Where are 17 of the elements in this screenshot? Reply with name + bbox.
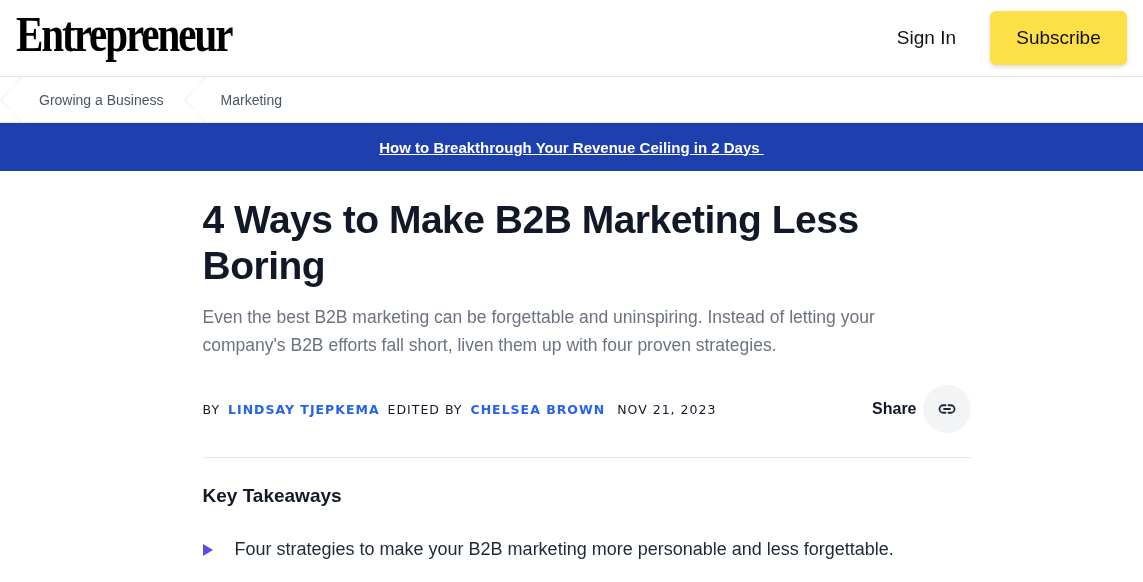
article-title: 4 Ways to Make B2B Marketing Less Boring: [202, 197, 860, 289]
bullet-icon: [202, 543, 213, 556]
article-subtitle: Even the best B2B marketing can be forgettable and uninspiring. Instead of letting your company's B2B efforts fall short, liven them up with four proven strategies.: [202, 306, 876, 357]
sign-in-link[interactable]: Sign In: [896, 27, 956, 49]
share-label: Share: [872, 400, 917, 418]
author-link[interactable]: CHELSEA BROWN: [470, 401, 606, 417]
key-takeaways-heading: Key Takeaways: [202, 485, 343, 507]
promo-link[interactable]: How to Breakthrough Your Revenue Ceiling in 2 Days: [379, 138, 764, 156]
publish-date: NOV 21, 2023: [617, 401, 717, 417]
author-link[interactable]: LINDSAY TJEPKEMA: [228, 401, 380, 417]
byline-label: EDITED BY: [387, 401, 463, 417]
breadcrumb-link[interactable]: Growing a Business: [39, 91, 164, 108]
copy-link-button[interactable]: [922, 385, 971, 433]
byline-label: BY: [202, 401, 221, 417]
subscribe-button[interactable]: Subscribe: [990, 11, 1127, 65]
takeaway-text: Four strategies to make your B2B marketing more personable and less forgettable.: [234, 539, 894, 560]
breadcrumb-link[interactable]: Marketing: [220, 91, 282, 108]
